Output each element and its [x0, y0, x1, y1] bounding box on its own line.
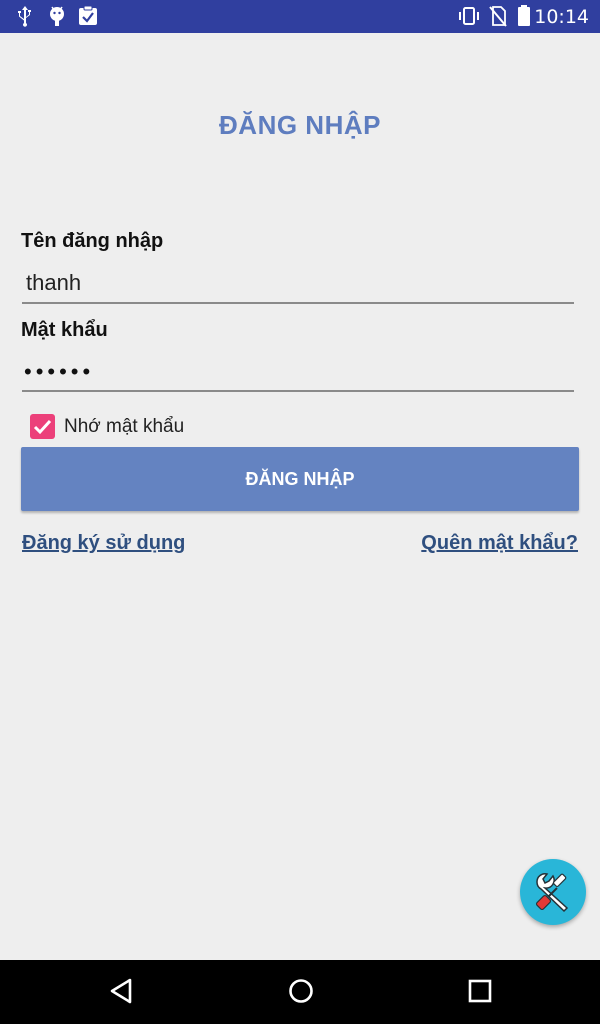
remember-label: Nhớ mật khẩu	[64, 416, 185, 437]
vibrate-icon	[458, 5, 480, 32]
battery-icon	[517, 5, 531, 32]
home-icon[interactable]	[287, 977, 315, 1010]
password-field[interactable]: ••••••	[22, 352, 574, 392]
login-button-label: ĐĂNG NHẬP	[245, 468, 355, 489]
status-time: 10:14	[534, 6, 589, 28]
forgot-password-link[interactable]: Quên mật khẩu?	[421, 532, 578, 555]
password-dots: ••••••	[24, 359, 95, 384]
android-debug-icon	[47, 5, 67, 32]
login-button[interactable]: ĐĂNG NHẬP	[21, 447, 579, 511]
username-field[interactable]	[22, 264, 574, 304]
back-icon[interactable]	[108, 977, 134, 1010]
password-label: Mật khẩu	[21, 319, 108, 341]
status-bar: 10:14	[0, 0, 600, 33]
remember-checkbox[interactable]	[30, 414, 55, 439]
tools-icon	[535, 873, 569, 913]
register-link[interactable]: Đăng ký sử dụng	[22, 532, 185, 555]
usb-icon	[16, 5, 34, 32]
username-label: Tên đăng nhập	[21, 230, 164, 252]
check-icon	[33, 419, 52, 435]
tools-fab-button[interactable]	[520, 859, 586, 925]
recents-icon[interactable]	[467, 977, 493, 1010]
screen: 10:14 ĐĂNG NHẬP Tên đăng nhập Mật khẩu •…	[0, 0, 600, 1024]
navigation-bar	[0, 960, 600, 1024]
page-title: ĐĂNG NHẬP	[219, 110, 381, 140]
clipboard-check-icon	[77, 5, 99, 32]
no-sim-icon	[489, 5, 507, 32]
